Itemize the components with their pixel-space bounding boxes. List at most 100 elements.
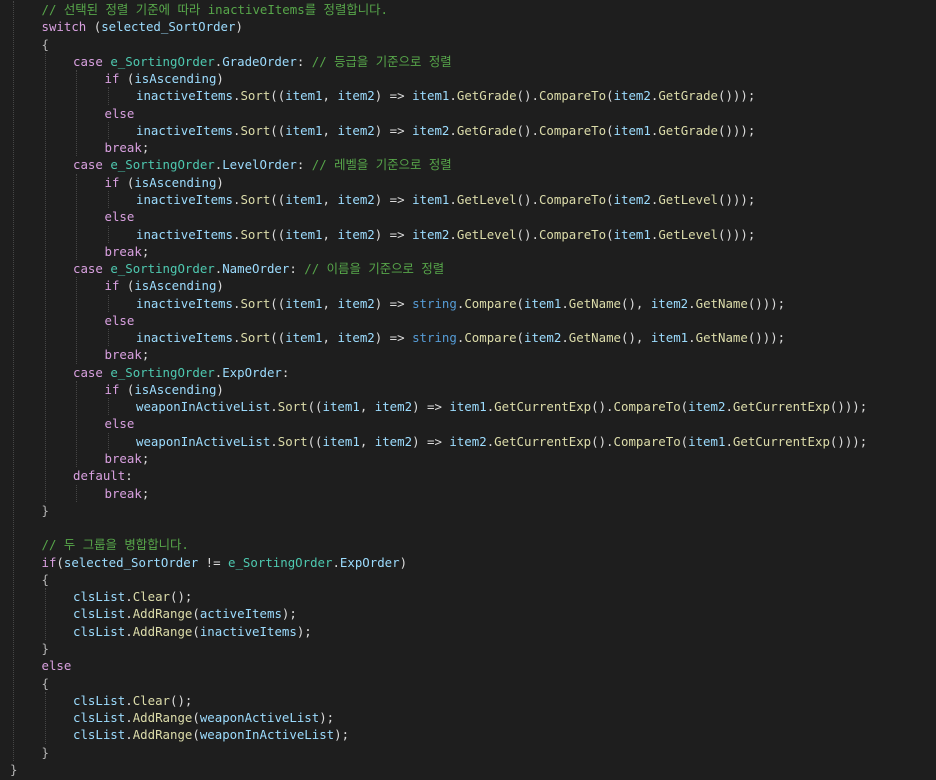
code-token: Sort <box>240 122 271 138</box>
code-line[interactable]: inactiveItems.Sort((item1, item2) => ite… <box>136 87 755 104</box>
code-line[interactable]: if (isAscending) <box>105 381 224 398</box>
code-editor[interactable]: // 선택된 정렬 기준에 따라 inactiveItems를 정렬합니다. sw… <box>0 0 936 780</box>
code-token: NameOrder <box>222 261 290 277</box>
code-token: Compare <box>464 330 517 346</box>
code-token: GradeOrder <box>222 53 297 69</box>
code-token: ())); <box>718 226 756 242</box>
code-token: item1 <box>285 295 323 311</box>
code-line[interactable]: inactiveItems.Sort((item1, item2) => str… <box>136 295 785 312</box>
code-line[interactable]: weaponInActiveList.Sort((item1, item2) =… <box>136 433 867 450</box>
code-line[interactable]: // 선택된 정렬 기준에 따라 inactiveItems를 정렬합니다. <box>42 1 389 18</box>
code-token: e_SortingOrder <box>110 261 215 277</box>
code-token: != <box>198 554 229 570</box>
code-line[interactable]: if (isAscending) <box>105 174 224 191</box>
code-line[interactable]: clsList.Clear(); <box>73 692 192 709</box>
code-line[interactable]: } <box>42 744 49 761</box>
code-line[interactable]: else <box>105 312 135 329</box>
code-line[interactable]: case e_SortingOrder.GradeOrder: // 등급을 기… <box>73 53 452 70</box>
code-token: ())); <box>718 191 756 207</box>
code-token: ; <box>141 451 150 467</box>
code-line[interactable]: { <box>42 36 49 53</box>
code-token: item1 <box>322 433 360 449</box>
code-line[interactable]: clsList.Clear(); <box>73 588 192 605</box>
code-token: . <box>125 606 133 622</box>
code-token: ) <box>216 278 224 294</box>
code-token: if <box>41 554 57 570</box>
code-token: , <box>322 122 338 138</box>
code-token: ())); <box>747 295 786 311</box>
code-line[interactable]: if (isAscending) <box>105 70 224 87</box>
code-token: GetCurrentExp <box>494 433 592 449</box>
code-token: . <box>688 330 696 346</box>
code-line[interactable]: clsList.AddRange(inactiveItems); <box>73 623 312 640</box>
code-token: ); <box>296 623 312 639</box>
code-token: (( <box>270 295 286 311</box>
code-token: . <box>125 589 133 605</box>
code-token: GetGrade <box>658 88 719 104</box>
code-token: (). <box>591 399 614 415</box>
code-line[interactable]: if (isAscending) <box>105 277 224 294</box>
code-token: break <box>104 243 142 259</box>
code-line[interactable]: break; <box>105 485 150 502</box>
code-token: inactiveItems <box>136 330 233 346</box>
code-line[interactable]: clsList.AddRange(weaponActiveList); <box>73 709 334 726</box>
code-token: item1 <box>613 226 651 242</box>
indent-guide <box>76 277 77 364</box>
code-line[interactable]: else <box>105 208 135 225</box>
code-line[interactable]: else <box>42 657 72 674</box>
code-line[interactable]: case e_SortingOrder.ExpOrder: <box>73 364 289 381</box>
code-line[interactable]: case e_SortingOrder.LevelOrder: // 레벨을 기… <box>73 156 452 173</box>
indent-guide <box>13 1 14 761</box>
code-token: : <box>281 364 290 380</box>
code-token: Clear <box>132 589 170 605</box>
code-line[interactable]: } <box>42 502 49 519</box>
indent-guide <box>44 588 46 640</box>
code-token: . <box>449 226 457 242</box>
code-token: clsList <box>73 710 126 726</box>
code-token: , <box>322 226 338 242</box>
code-token: } <box>10 761 18 777</box>
code-line[interactable]: } <box>10 761 17 778</box>
code-line[interactable]: case e_SortingOrder.NameOrder: // 이름을 기준… <box>73 260 444 277</box>
code-token: // 등급을 기준으로 정렬 <box>311 53 452 69</box>
code-line[interactable]: clsList.AddRange(weaponInActiveList); <box>73 726 349 743</box>
code-token: GetName <box>695 330 748 346</box>
code-token: clsList <box>73 727 126 743</box>
code-line[interactable]: clsList.AddRange(activeItems); <box>73 605 297 622</box>
code-line[interactable]: break; <box>105 139 150 156</box>
code-line[interactable]: { <box>42 675 49 692</box>
code-token: isAscending <box>134 381 217 397</box>
code-line[interactable]: default: <box>73 467 133 484</box>
code-token: inactiveItems <box>136 88 233 104</box>
code-token: ( <box>56 554 64 570</box>
code-token: AddRange <box>132 606 193 622</box>
code-line[interactable]: break; <box>105 450 150 467</box>
indent-guide <box>76 484 77 502</box>
code-line[interactable]: switch (selected_SortOrder) <box>42 18 243 35</box>
code-line[interactable]: else <box>105 415 135 432</box>
code-line[interactable]: else <box>105 105 135 122</box>
code-line[interactable]: inactiveItems.Sort((item1, item2) => str… <box>136 329 785 346</box>
code-token: if <box>104 381 120 397</box>
code-line[interactable]: inactiveItems.Sort((item1, item2) => ite… <box>136 191 755 208</box>
code-line[interactable]: break; <box>105 346 150 363</box>
code-token: } <box>41 744 49 760</box>
code-token: GetGrade <box>658 122 719 138</box>
code-token: GetGrade <box>456 122 517 138</box>
code-token: } <box>41 640 49 656</box>
code-line[interactable]: break; <box>105 243 150 260</box>
code-token: else <box>41 658 72 674</box>
code-token: GetLevel <box>456 226 517 242</box>
code-line[interactable]: { <box>42 571 49 588</box>
code-line[interactable]: inactiveItems.Sort((item1, item2) => ite… <box>136 122 755 139</box>
code-line[interactable]: weaponInActiveList.Sort((item1, item2) =… <box>136 398 867 415</box>
code-line[interactable]: } <box>42 640 49 657</box>
code-line[interactable]: inactiveItems.Sort((item1, item2) => ite… <box>136 226 755 243</box>
code-token: (( <box>307 399 323 415</box>
code-token: activeItems <box>199 606 282 622</box>
code-token: ; <box>141 485 150 501</box>
code-line[interactable]: if(selected_SortOrder != e_SortingOrder.… <box>42 554 408 571</box>
code-line[interactable]: // 두 그룹을 병합합니다. <box>42 536 189 553</box>
code-token: Compare <box>464 295 517 311</box>
code-token: ( <box>119 174 135 190</box>
